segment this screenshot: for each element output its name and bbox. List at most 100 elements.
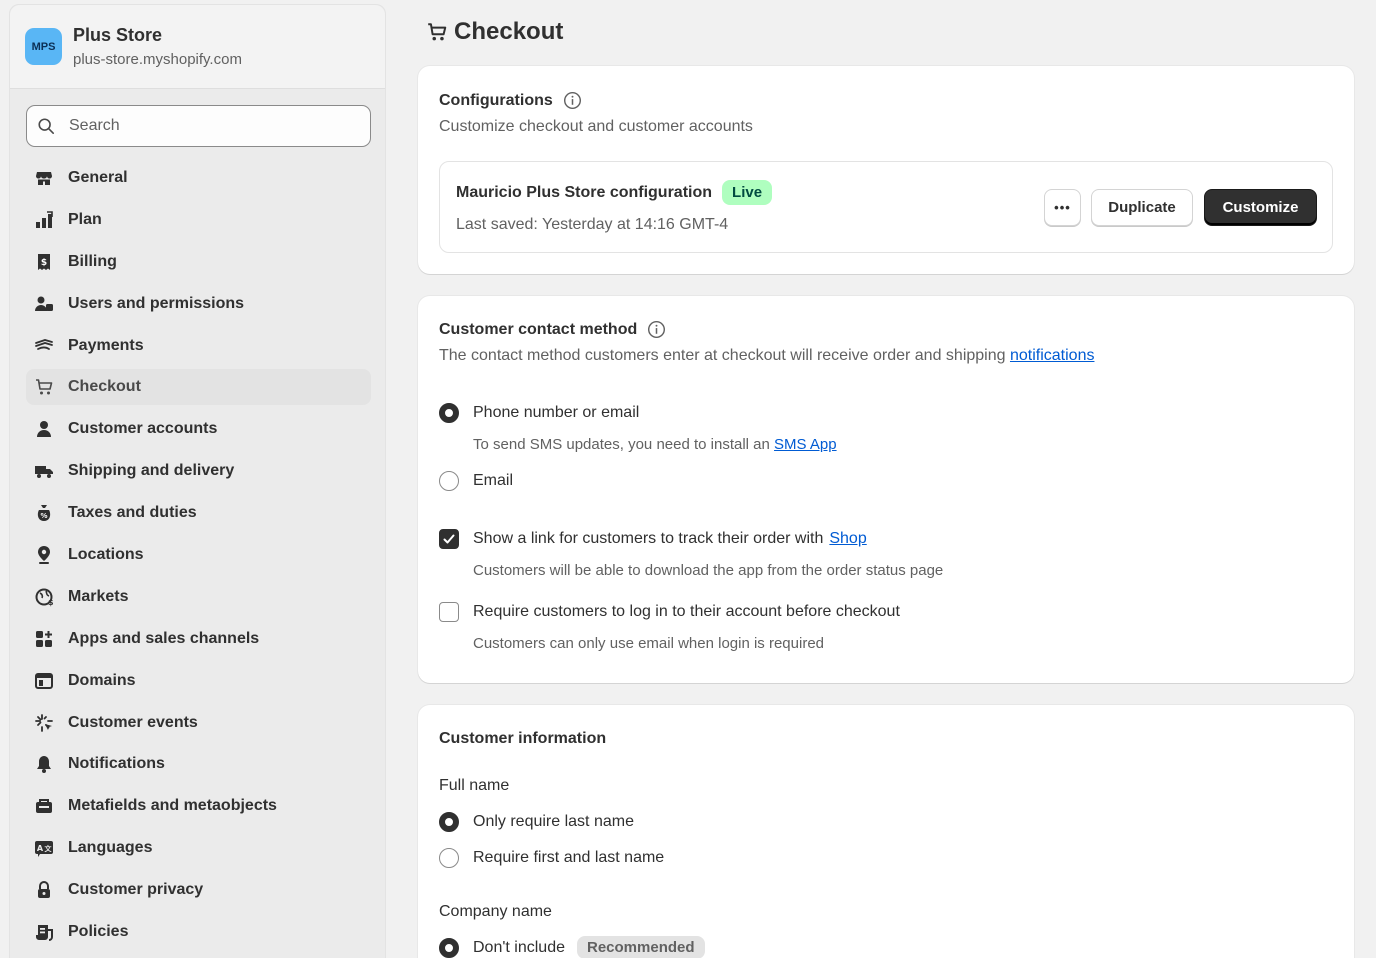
require-login-help: Customers can only use email when login … <box>473 635 825 652</box>
option-label: Show a link for customers to track their… <box>473 530 824 547</box>
configurations-title-text: Configurations <box>439 91 553 109</box>
contact-method-subtitle: The contact method customers enter at ch… <box>439 347 1094 365</box>
sidebar-item-billing[interactable]: $ Billing <box>26 244 371 280</box>
sidebar-item-customer-privacy[interactable]: Customer privacy <box>26 872 371 908</box>
duplicate-button[interactable]: Duplicate <box>1091 189 1193 226</box>
sms-help-text: To send SMS updates, you need to install… <box>473 436 837 453</box>
billing-receipt-icon: $ <box>34 252 54 272</box>
radio-dont-include[interactable] <box>439 937 459 958</box>
sidebar-item-label: Notifications <box>68 755 165 773</box>
sidebar-item-locations[interactable]: Locations <box>26 537 371 573</box>
sidebar-item-payments[interactable]: Payments <box>26 328 371 364</box>
option-label: Require customers to log in to their acc… <box>473 603 900 620</box>
option-label: Require first and last name <box>473 849 665 866</box>
contact-method-title-text: Customer contact method <box>439 320 638 338</box>
contact-method-title: Customer contact method <box>439 320 1094 339</box>
sidebar-item-policies[interactable]: Policies <box>26 914 371 950</box>
option-label: Only require last name <box>473 813 634 830</box>
truck-icon <box>34 461 54 481</box>
globe-icon: $ <box>34 587 54 607</box>
sidebar-item-general[interactable]: General <box>26 160 371 196</box>
full-name-option-last[interactable]: Only require last name <box>439 812 634 832</box>
radio-first-and-last-name[interactable] <box>439 848 459 868</box>
svg-text:A: A <box>37 844 44 853</box>
sidebar-item-users[interactable]: Users and permissions <box>26 286 371 322</box>
configuration-item: Mauricio Plus Store configuration Live L… <box>439 161 1333 253</box>
status-badge: Live <box>722 180 773 205</box>
sidebar-item-languages[interactable]: A文 Languages <box>26 830 371 866</box>
settings-sidebar: MPS Plus Store plus-store.myshopify.com … <box>9 4 386 958</box>
sidebar-item-label: Customer events <box>68 713 198 731</box>
sidebar-item-label: Checkout <box>68 378 141 396</box>
svg-text:文: 文 <box>45 844 53 853</box>
store-avatar: MPS <box>25 28 62 65</box>
sidebar-item-label: Markets <box>68 587 129 605</box>
payments-icon <box>34 336 54 356</box>
sidebar-item-taxes[interactable]: % Taxes and duties <box>26 495 371 531</box>
plan-chart-icon <box>34 210 54 230</box>
full-name-label: Full name <box>439 777 510 794</box>
info-icon[interactable] <box>563 91 582 110</box>
contact-option-phone-or-email[interactable]: Phone number or email <box>439 403 639 423</box>
sms-app-link[interactable]: SMS App <box>774 436 837 453</box>
sms-help-prefix: To send SMS updates, you need to install… <box>473 436 770 453</box>
configurations-subtitle: Customize checkout and customer accounts <box>439 118 753 135</box>
sidebar-item-label: Locations <box>68 546 144 564</box>
sidebar-item-metafields[interactable]: Metafields and metaobjects <box>26 788 371 824</box>
track-order-option[interactable]: Show a link for customers to track their… <box>439 529 867 549</box>
sidebar-item-plan[interactable]: Plan <box>26 202 371 238</box>
store-url: plus-store.myshopify.com <box>73 51 242 68</box>
svg-text:%: % <box>40 512 47 520</box>
store-header[interactable]: MPS Plus Store plus-store.myshopify.com <box>10 5 385 89</box>
radio-email[interactable] <box>439 471 459 491</box>
domains-icon <box>34 671 54 691</box>
more-actions-button[interactable]: ••• <box>1044 189 1081 226</box>
location-pin-icon <box>34 545 54 565</box>
sidebar-item-notifications[interactable]: Notifications <box>26 746 371 782</box>
sidebar-item-label: Languages <box>68 839 153 857</box>
sidebar-item-customer-events[interactable]: Customer events <box>26 705 371 741</box>
contact-option-email[interactable]: Email <box>439 471 513 491</box>
lock-icon <box>34 880 54 900</box>
search-box[interactable] <box>26 105 371 147</box>
require-login-checkbox[interactable] <box>439 602 459 622</box>
policies-icon <box>34 922 54 942</box>
info-icon[interactable] <box>647 320 666 339</box>
configurations-title: Configurations <box>439 91 753 110</box>
sidebar-item-customer-accounts[interactable]: Customer accounts <box>26 411 371 447</box>
search-icon <box>38 118 55 135</box>
tax-bag-icon: % <box>34 503 54 523</box>
configurations-card: Configurations Customize checkout and cu… <box>418 66 1354 274</box>
search-input[interactable] <box>69 117 349 135</box>
sidebar-item-shipping[interactable]: Shipping and delivery <box>26 453 371 489</box>
svg-text:$: $ <box>41 258 47 268</box>
metafields-icon <box>34 796 54 816</box>
track-order-checkbox[interactable] <box>439 529 459 549</box>
sidebar-item-label: Users and permissions <box>68 294 245 312</box>
sidebar-item-label: General <box>68 169 128 186</box>
company-option-dont-include[interactable]: Don't include Recommended <box>439 936 705 958</box>
full-name-option-first-last[interactable]: Require first and last name <box>439 848 664 868</box>
require-login-option[interactable]: Require customers to log in to their acc… <box>439 602 900 622</box>
option-label: Don't include <box>473 938 565 956</box>
sparkle-icon <box>34 713 54 733</box>
page-title-text: Checkout <box>454 18 564 45</box>
notifications-link[interactable]: notifications <box>1010 347 1095 364</box>
radio-only-last-name[interactable] <box>439 812 459 832</box>
sidebar-item-label: Policies <box>68 923 129 941</box>
sidebar-item-apps[interactable]: Apps and sales channels <box>26 621 371 657</box>
apps-icon <box>34 629 54 649</box>
option-label: Email <box>473 472 514 489</box>
track-order-help: Customers will be able to download the a… <box>473 562 944 579</box>
settings-nav: General Plan $ Billing Users and permiss… <box>26 160 371 956</box>
page-title: Checkout <box>426 18 563 46</box>
shop-link[interactable]: Shop <box>829 530 866 548</box>
sidebar-item-checkout[interactable]: Checkout <box>26 369 371 406</box>
store-name: Plus Store <box>73 25 163 45</box>
sidebar-item-markets[interactable]: $ Markets <box>26 579 371 615</box>
svg-text:$: $ <box>48 598 54 607</box>
configuration-name: Mauricio Plus Store configuration Live <box>456 180 773 205</box>
customize-button[interactable]: Customize <box>1204 189 1317 226</box>
radio-phone-or-email[interactable] <box>439 403 459 423</box>
sidebar-item-domains[interactable]: Domains <box>26 663 371 699</box>
